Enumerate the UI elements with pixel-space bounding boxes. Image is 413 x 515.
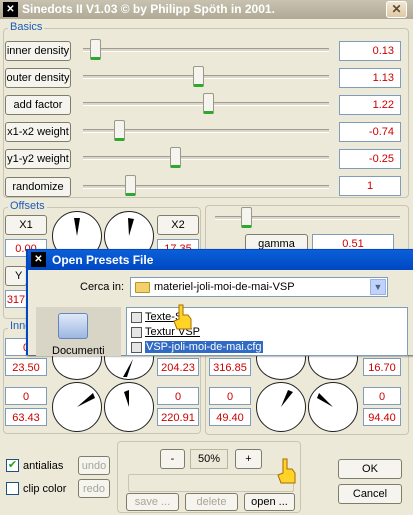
cancel-button[interactable]: Cancel — [338, 484, 402, 504]
basics-row-slider-track[interactable] — [83, 156, 329, 160]
basics-row-slider-thumb[interactable] — [202, 93, 214, 114]
file-icon — [131, 311, 142, 323]
dialog-app-icon: ✕ — [31, 252, 46, 267]
basics-row-value-field[interactable]: -0.74 — [339, 122, 401, 142]
dial-needle-icon — [124, 390, 129, 407]
open-button[interactable]: open ... — [244, 493, 295, 511]
app-logo-icon: ✕ — [3, 2, 18, 17]
inner-left-mid-field[interactable]: 23.50 — [5, 358, 47, 376]
file-icon — [131, 341, 142, 353]
basics-row-button[interactable]: inner density — [5, 41, 71, 61]
basics-row-slider-thumb[interactable] — [193, 66, 205, 87]
basics-row-button[interactable]: x1-x2 weight — [5, 122, 71, 142]
inner-center-field[interactable]: 204.23 — [157, 358, 199, 376]
antialias-checkbox[interactable]: ✔ — [6, 459, 19, 472]
basics-row-slider-track[interactable] — [83, 75, 329, 79]
file-name: VSP-joli-moi-de-mai.cfg — [144, 340, 264, 354]
basics-row-slider-thumb[interactable] — [90, 39, 102, 60]
open-presets-dialog: ✕ Open Presets File Cerca in: materiel-j… — [26, 249, 413, 357]
save-button[interactable]: save ... — [126, 493, 179, 511]
clipcolor-option[interactable]: clip color — [6, 482, 66, 495]
inner-dial-1[interactable] — [52, 382, 102, 432]
hand-cursor-icon — [173, 304, 192, 330]
inner-dial-3[interactable] — [256, 382, 306, 432]
inner-left-bottom-field[interactable]: 63.43 — [5, 408, 47, 426]
gamma-slider-thumb[interactable] — [241, 207, 253, 228]
randomize-button[interactable]: randomize — [5, 177, 71, 197]
basics-row-value-field[interactable]: -0.25 — [339, 149, 401, 169]
dialog-title: Open Presets File — [52, 253, 154, 267]
inner-right-mid2-field[interactable]: 16.70 — [363, 358, 401, 376]
documents-icon[interactable] — [58, 313, 88, 339]
inner-center-bottom-field[interactable]: 220.91 — [157, 408, 199, 426]
window-titlebar: ✕ Sinedots II V1.03 © by Philipp Spöth i… — [0, 0, 413, 19]
randomize-value-field[interactable]: 1 — [339, 176, 401, 196]
basics-row-button[interactable]: y1-y2 weight — [5, 149, 71, 169]
undo-button[interactable]: undo — [78, 456, 110, 475]
file-icon — [131, 326, 142, 338]
hand-cursor-icon — [277, 458, 296, 484]
antialias-label: antialias — [23, 459, 64, 472]
y-button[interactable]: Y — [5, 266, 27, 286]
offsets-label: Offsets — [8, 200, 47, 212]
inner-right-low2-field[interactable]: 0 — [363, 387, 401, 405]
inner-dial-4[interactable] — [308, 382, 358, 432]
clipcolor-checkbox[interactable] — [6, 482, 19, 495]
basics-row-button[interactable]: add factor — [5, 95, 71, 115]
look-in-dropdown[interactable]: materiel-joli-moi-de-mai-VSP ▼ — [130, 277, 388, 297]
dialog-titlebar: ✕ Open Presets File — [28, 250, 413, 270]
inner-center-low-field[interactable]: 0 — [157, 387, 199, 405]
clipcolor-label: clip color — [23, 482, 67, 495]
documents-label[interactable]: Documenti — [52, 345, 105, 357]
antialias-option[interactable]: ✔ antialias — [6, 459, 63, 472]
basics-label: Basics — [8, 21, 45, 33]
basics-row-slider-thumb[interactable] — [169, 147, 181, 168]
places-bar: Documenti — [36, 307, 121, 357]
ok-button[interactable]: OK — [338, 459, 402, 479]
look-in-value: materiel-joli-moi-de-mai-VSP — [154, 281, 295, 293]
x2-button[interactable]: X2 — [157, 215, 199, 235]
look-in-label: Cerca in: — [80, 281, 125, 293]
close-button[interactable]: ✕ — [386, 1, 407, 18]
inner-right-bottom2-field[interactable]: 94.40 — [363, 408, 401, 426]
dial-needle-icon — [281, 390, 293, 407]
file-list-item[interactable]: VSP-joli-moi-de-mai.cfg — [131, 340, 264, 354]
inner-dial-2[interactable] — [104, 382, 154, 432]
basics-row-slider-track[interactable] — [83, 48, 329, 52]
basics-row-value-field[interactable]: 0.13 — [339, 41, 401, 61]
basics-row-value-field[interactable]: 1.22 — [339, 95, 401, 115]
chevron-down-icon[interactable]: ▼ — [370, 279, 386, 295]
redo-button[interactable]: redo — [78, 479, 110, 498]
dial-needle-icon — [77, 393, 95, 407]
zoom-value: 50% — [190, 449, 228, 469]
inner-right-mid1-field[interactable]: 316.85 — [209, 358, 251, 376]
y-value-field[interactable]: 317 — [5, 290, 27, 308]
inner-left-low-field[interactable]: 0 — [5, 387, 47, 405]
basics-row-value-field[interactable]: 1.13 — [339, 68, 401, 88]
zoom-out-button[interactable]: - — [160, 449, 185, 469]
basics-row-slider-thumb[interactable] — [113, 120, 125, 141]
zoom-in-button[interactable]: + — [235, 449, 262, 469]
folder-icon — [135, 281, 150, 293]
inner-right-bottom1-field[interactable]: 49.40 — [209, 408, 251, 426]
file-list[interactable]: Texte-S Textur VSP VSP-joli-moi-de-mai.cfg — [126, 307, 408, 356]
delete-button[interactable]: delete — [185, 493, 238, 511]
basics-row-button[interactable]: outer density — [5, 68, 71, 88]
x1-button[interactable]: X1 — [5, 215, 47, 235]
randomize-slider-track[interactable] — [83, 185, 329, 189]
progress-track — [128, 474, 294, 492]
inner-right-low1-field[interactable]: 0 — [209, 387, 251, 405]
randomize-slider-thumb[interactable] — [125, 175, 137, 196]
dial-needle-icon — [317, 393, 333, 407]
window-title: Sinedots II V1.03 © by Philipp Spöth in … — [22, 2, 275, 16]
